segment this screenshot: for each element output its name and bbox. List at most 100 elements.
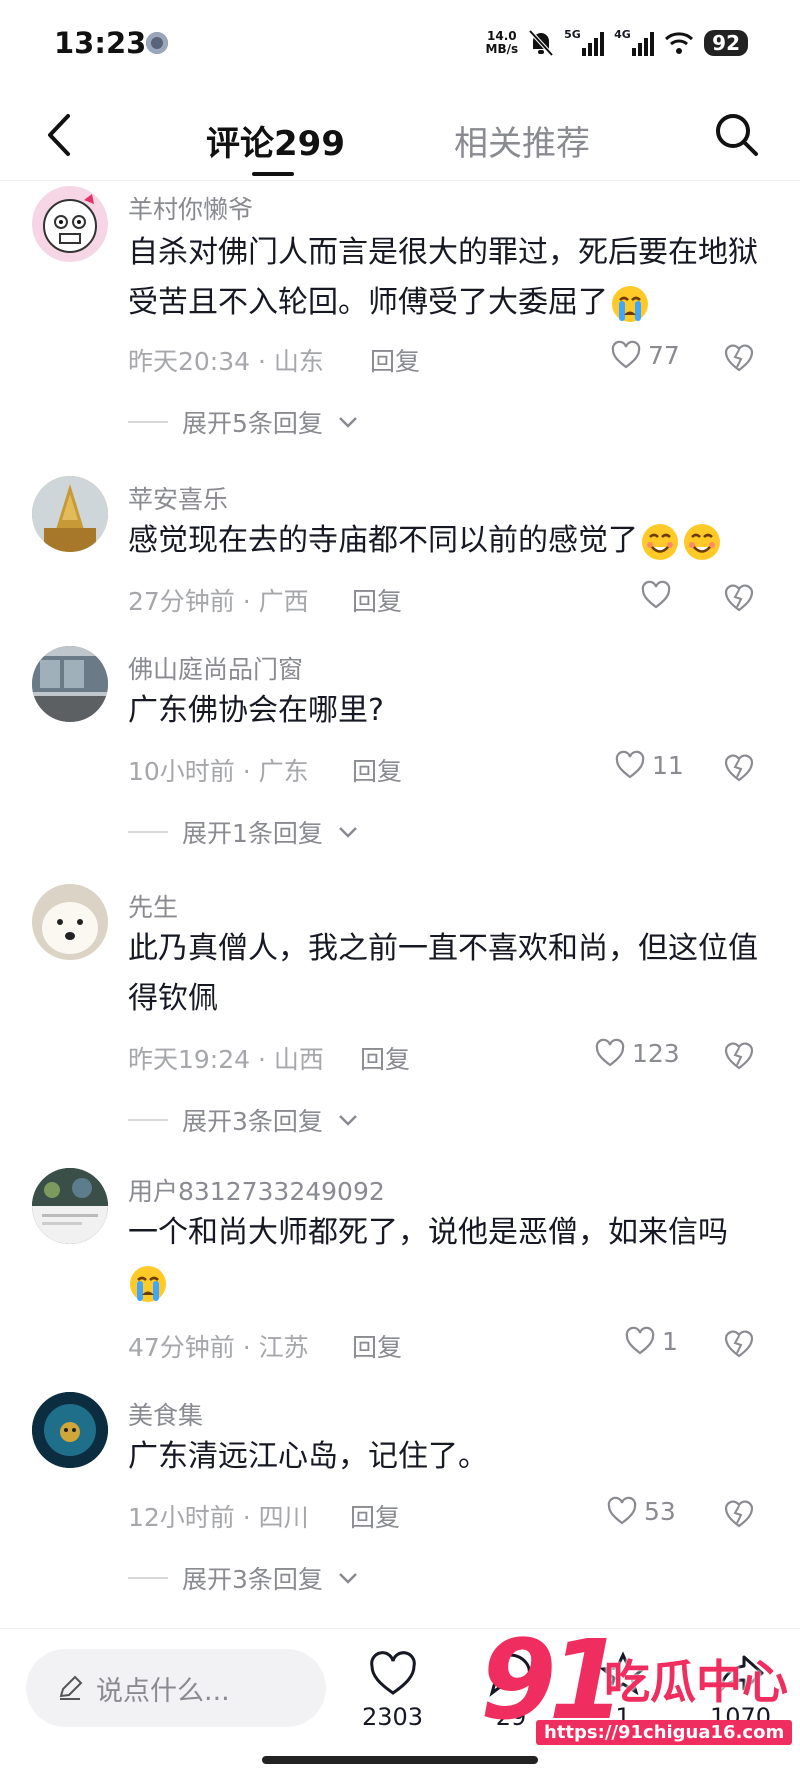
mute-bell-icon [528, 29, 554, 57]
expand-label: 展开3条回复 [182, 1565, 323, 1594]
avatar[interactable] [32, 646, 108, 722]
comment-region: 江苏 [258, 1333, 309, 1362]
like-button[interactable]: 77 [610, 340, 680, 370]
crying-emoji-icon [612, 285, 648, 322]
expand-label: 展开5条回复 [182, 409, 323, 438]
expand-replies[interactable]: 展开1条回复 [128, 814, 359, 850]
avatar[interactable] [32, 186, 108, 262]
heart-icon [369, 1651, 416, 1695]
avatar[interactable] [32, 1168, 108, 1244]
expand-replies[interactable]: 展开5条回复 [128, 404, 359, 440]
like-button[interactable]: 53 [606, 1496, 676, 1526]
comment-meta: 12小时前 · 四川 [128, 1503, 309, 1532]
heart-icon [607, 1496, 637, 1525]
dislike-icon[interactable] [722, 1496, 756, 1530]
comment-text: 感觉现在去的寺庙都不同以前的感觉了 [128, 516, 768, 566]
watermark: 91 吃瓜中心 https://91chigua16.com [476, 1616, 796, 1764]
divider [128, 421, 168, 423]
smile-emoji-icon [642, 523, 678, 560]
comment-author[interactable]: 羊村你懒爷 [128, 190, 253, 226]
status-bar: 13:23 14.0 MB/s 5G 4G 92 [0, 0, 800, 90]
like-button[interactable]: 11 [614, 750, 684, 780]
chevron-down-icon [339, 1115, 357, 1126]
like-action[interactable]: 2303 [362, 1651, 423, 1731]
reply-button[interactable]: 回复 [370, 342, 420, 378]
comments-header: 评论299 相关推荐 [0, 90, 800, 181]
like-button[interactable]: 1 [624, 1326, 678, 1356]
reply-button[interactable]: 回复 [352, 582, 402, 618]
net2-label: 4G [614, 28, 631, 41]
heart-icon [595, 1038, 625, 1067]
chevron-down-icon [339, 417, 357, 428]
comment-time: 47分钟前 [128, 1333, 235, 1362]
comment-meta: 昨天19:24 · 山西 [128, 1045, 324, 1074]
comment-author[interactable]: 佛山庭尚品门窗 [128, 650, 303, 686]
status-time: 13:23 [54, 26, 147, 60]
reply-button[interactable]: 回复 [350, 1498, 400, 1534]
tab-related[interactable]: 相关推荐 [454, 116, 590, 165]
divider [128, 1577, 168, 1579]
expand-label: 展开1条回复 [182, 819, 323, 848]
comment-text: 广东佛协会在哪里? [128, 693, 384, 728]
comment-region: 山东 [273, 347, 324, 376]
reply-button[interactable]: 回复 [352, 1328, 402, 1364]
comment-region: 四川 [258, 1503, 309, 1532]
comment-body: 感觉现在去的寺庙都不同以前的感觉了 [128, 523, 638, 558]
comment-time: 昨天20:34 [128, 347, 251, 376]
status-icons: 14.0 MB/s 5G 4G 92 [486, 26, 748, 60]
reply-button[interactable]: 回复 [352, 752, 402, 788]
crying-emoji-icon [130, 1265, 166, 1302]
comment-author[interactable]: 用户8312733249092 [128, 1172, 385, 1208]
comment-time: 12小时前 [128, 1503, 235, 1532]
reply-button[interactable]: 回复 [360, 1040, 410, 1076]
dislike-icon[interactable] [722, 580, 756, 614]
dislike-icon[interactable] [722, 1038, 756, 1072]
chevron-down-icon [339, 1573, 357, 1584]
comment-text: 广东清远江心岛，记住了。 [128, 1439, 488, 1474]
comment-body: 自杀对佛门人而言是很大的罪过，死后要在地狱受苦且不入轮回。师傅受了大委屈了 [128, 235, 758, 320]
comment-input[interactable]: 说点什么... [26, 1649, 326, 1727]
like-button[interactable] [640, 580, 672, 610]
divider [128, 831, 168, 833]
back-icon[interactable] [40, 110, 80, 160]
watermark-url: https://91chigua16.com [536, 1720, 793, 1745]
comment-author[interactable]: 苹安喜乐 [128, 480, 228, 516]
chevron-down-icon [339, 827, 357, 838]
comment-placeholder: 说点什么... [96, 1675, 230, 1707]
network-speed: 14.0 MB/s [486, 30, 519, 56]
speed-unit: MB/s [485, 42, 519, 56]
heart-icon [615, 750, 645, 779]
expand-replies[interactable]: 展开3条回复 [128, 1560, 359, 1596]
comment-meta: 47分钟前 · 江苏 [128, 1333, 309, 1362]
comment-text: 此乃真僧人，我之前一直不喜欢和尚，但这位值得钦佩 [128, 931, 758, 1016]
like-count: 53 [644, 1496, 676, 1526]
comment-author[interactable]: 先生 [128, 888, 178, 924]
net1-label: 5G [564, 28, 581, 41]
avatar[interactable] [32, 884, 108, 960]
comment-author[interactable]: 美食集 [128, 1396, 203, 1432]
home-indicator[interactable] [262, 1756, 538, 1764]
like-count: 123 [632, 1038, 680, 1068]
like-button[interactable]: 123 [594, 1038, 680, 1068]
dislike-icon[interactable] [722, 750, 756, 784]
avatar[interactable] [32, 476, 108, 552]
tab-comments[interactable]: 评论299 [206, 116, 345, 165]
comment-body: 一个和尚大师都死了，说他是恶僧，如来信吗 [128, 1215, 728, 1250]
pencil-icon [59, 1675, 83, 1700]
like-total: 2303 [362, 1703, 424, 1731]
comment-time: 昨天19:24 [128, 1045, 251, 1074]
wifi-icon [665, 32, 694, 54]
heart-icon [641, 580, 671, 609]
comment-time: 27分钟前 [128, 587, 235, 616]
tab-underline [252, 172, 294, 176]
comment-region: 广西 [258, 587, 309, 616]
dislike-icon[interactable] [722, 1326, 756, 1360]
dislike-icon[interactable] [722, 340, 756, 374]
search-icon[interactable] [712, 110, 762, 160]
comment-time: 10小时前 [128, 757, 235, 786]
like-count: 77 [648, 340, 680, 370]
expand-replies[interactable]: 展开3条回复 [128, 1102, 359, 1138]
avatar[interactable] [32, 1392, 108, 1468]
expand-label: 展开3条回复 [182, 1107, 323, 1136]
comment-text: 一个和尚大师都死了，说他是恶僧，如来信吗 [128, 1208, 768, 1308]
